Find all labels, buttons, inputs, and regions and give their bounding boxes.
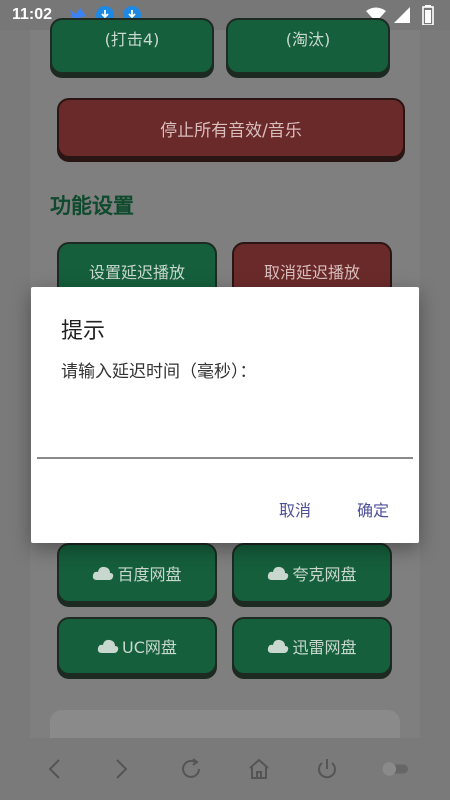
baidu-pan-button[interactable]: 百度网盘 <box>57 543 217 603</box>
toggle-switch[interactable] <box>381 754 411 784</box>
cloud-icon <box>267 638 289 654</box>
confirm-button[interactable]: 确定 <box>357 497 389 521</box>
delay-input-dialog: 提示 请输入延迟时间（毫秒）： 取消 确定 <box>31 287 419 543</box>
power-icon[interactable] <box>312 754 342 784</box>
dialog-message: 请输入延迟时间（毫秒）： <box>61 362 257 382</box>
cloud-icon <box>267 565 289 581</box>
sound-button-eliminate[interactable]: (淘汰) <box>226 18 390 74</box>
battery-icon <box>418 5 438 25</box>
browser-navigation-bar <box>0 738 450 800</box>
sound-button-hit4[interactable]: (打击4) <box>50 18 214 74</box>
refresh-icon[interactable] <box>176 754 206 784</box>
delay-time-input[interactable] <box>37 427 413 459</box>
clock: 11:02 <box>12 6 53 23</box>
section-title-function-settings: 功能设置 <box>50 194 134 218</box>
back-icon[interactable] <box>39 754 69 784</box>
forward-icon[interactable] <box>107 754 137 784</box>
uc-pan-button[interactable]: UC网盘 <box>57 617 217 675</box>
xunlei-pan-button[interactable]: 迅雷网盘 <box>232 617 392 675</box>
cloud-icon <box>92 565 114 581</box>
cancel-button[interactable]: 取消 <box>279 497 311 521</box>
signal-icon <box>392 5 412 25</box>
stop-all-sounds-button[interactable]: 停止所有音效/音乐 <box>57 98 405 158</box>
cloud-icon <box>97 638 119 654</box>
quark-pan-button[interactable]: 夸克网盘 <box>232 543 392 603</box>
dialog-title: 提示 <box>61 319 106 344</box>
home-icon[interactable] <box>244 754 274 784</box>
